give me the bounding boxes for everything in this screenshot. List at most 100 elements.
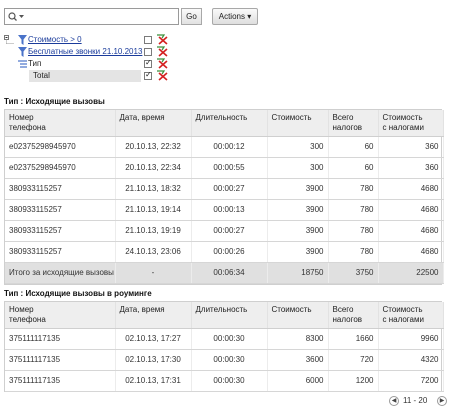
cell-tax: 720 [328, 349, 379, 371]
section-title: Тип : Исходящие вызовы в роуминге [4, 289, 152, 298]
column-header-label: Дата, время [119, 305, 165, 314]
cell-duration: 00:00:27 [191, 178, 268, 200]
column-header-label: Стоимость с налогами [382, 305, 424, 324]
filter-list: Стоимость > 0 Бесплатные звонки 21.10.20… [4, 34, 184, 82]
column-header[interactable]: Всего налогов [328, 110, 379, 137]
actions-button[interactable]: Actions ▾ [212, 8, 258, 25]
filter-item: Total [4, 70, 184, 82]
table-row: 380933115257 21.10.13, 19:19 00:00:27 39… [5, 220, 444, 242]
summary-total: 22500 [378, 262, 444, 284]
filter-checkbox[interactable] [144, 48, 152, 56]
cell-duration: 00:00:27 [191, 220, 268, 242]
cell-datetime: 21.10.13, 19:14 [115, 199, 192, 221]
table-row: 375111117135 02.10.13, 17:27 00:00:30 83… [5, 328, 444, 350]
cell-datetime: 02.10.13, 17:30 [115, 349, 192, 371]
search-icon[interactable] [8, 12, 26, 22]
table-row: e02375298945970 20.10.13, 22:32 00:00:12… [5, 136, 444, 158]
table-row: 380933115257 21.10.13, 18:32 00:00:27 39… [5, 178, 444, 200]
delete-filter-icon[interactable] [156, 34, 168, 45]
filter-item: Стоимость > 0 [4, 34, 184, 46]
filter-checkbox[interactable] [144, 58, 152, 68]
cell-datetime: 24.10.13, 23:06 [115, 241, 192, 263]
delete-filter-icon[interactable] [156, 46, 168, 57]
cell-tax: 60 [328, 136, 379, 158]
cell-datetime: 20.10.13, 22:34 [115, 157, 192, 179]
filter-item: Тип [4, 58, 184, 70]
delete-filter-icon[interactable] [156, 70, 168, 81]
column-header[interactable]: Номер телефона [5, 302, 116, 329]
cell-total: 9960 [378, 328, 444, 350]
cell-phone: 380933115257 [5, 178, 116, 200]
pagination: ◀ 11 - 20 ▶ [389, 395, 449, 407]
filter-funnel-icon [18, 47, 27, 57]
filter-link[interactable]: Стоимость > 0 [28, 34, 82, 46]
cell-datetime: 02.10.13, 17:31 [115, 370, 192, 392]
cell-cost: 3900 [267, 241, 329, 263]
filter-funnel-icon [18, 35, 27, 45]
cell-total: 4680 [378, 241, 444, 263]
table-row: 380933115257 21.10.13, 19:14 00:00:13 39… [5, 199, 444, 221]
cell-duration: 00:00:30 [191, 349, 268, 371]
column-header[interactable]: Стоимость [267, 110, 329, 137]
next-page-icon[interactable]: ▶ [437, 396, 447, 406]
column-header-label: Стоимость [271, 305, 312, 314]
filter-checkbox[interactable] [144, 70, 152, 80]
cell-cost: 300 [267, 157, 329, 179]
column-header[interactable]: Дата, время [115, 302, 192, 329]
search-input[interactable] [4, 8, 179, 25]
previous-page-icon[interactable]: ◀ [389, 396, 399, 406]
cell-phone: 380933115257 [5, 220, 116, 242]
delete-filter-icon[interactable] [156, 58, 168, 69]
cell-phone: e02375298945970 [5, 157, 116, 179]
toolbar: Go Actions ▾ [4, 8, 454, 26]
group-by-icon [18, 60, 27, 68]
filter-link[interactable]: Бесплатные звонки 21.10.2013 [28, 46, 142, 58]
cell-tax: 780 [328, 241, 379, 263]
cell-duration: 00:00:55 [191, 157, 268, 179]
cell-phone: 375111117135 [5, 349, 116, 371]
column-header[interactable]: Стоимость с налогами [378, 110, 444, 137]
summary-duration: 00:06:34 [191, 262, 268, 284]
cell-phone: 380933115257 [5, 241, 116, 263]
group-by-label: Тип [28, 59, 42, 68]
column-header[interactable]: Номер телефона [5, 110, 116, 137]
cell-cost: 3900 [267, 199, 329, 221]
cell-duration: 00:00:13 [191, 199, 268, 221]
go-button[interactable]: Go [181, 8, 202, 25]
cell-total: 4680 [378, 199, 444, 221]
table-row: e02375298945970 20.10.13, 22:34 00:00:55… [5, 157, 444, 179]
cell-total: 360 [378, 157, 444, 179]
column-header-label: Длительность [195, 305, 248, 314]
column-header-label: Дата, время [119, 113, 165, 122]
cell-duration: 00:00:26 [191, 241, 268, 263]
column-header-label: Стоимость с налогами [382, 113, 424, 132]
column-header[interactable]: Дата, время [115, 110, 192, 137]
cell-total: 4320 [378, 349, 444, 371]
filter-checkbox[interactable] [144, 36, 152, 44]
column-header[interactable]: Длительность [191, 110, 268, 137]
cell-tax: 60 [328, 157, 379, 179]
summary-cost: 18750 [267, 262, 329, 284]
summary-row: Итого за исходящие вызовы - 00:06:34 187… [5, 262, 444, 284]
column-header[interactable]: Стоимость [267, 302, 329, 329]
cell-datetime: 20.10.13, 22:32 [115, 136, 192, 158]
column-header[interactable]: Длительность [191, 302, 268, 329]
cell-total: 360 [378, 136, 444, 158]
column-header[interactable]: Всего налогов [328, 302, 379, 329]
cell-duration: 00:00:30 [191, 370, 268, 392]
cell-cost: 3900 [267, 178, 329, 200]
cell-tax: 780 [328, 199, 379, 221]
table-row: 375111117135 02.10.13, 17:30 00:00:30 36… [5, 349, 444, 371]
column-header-label: Стоимость [271, 113, 312, 122]
column-header-label: Номер телефона [9, 113, 46, 132]
column-header[interactable]: Стоимость с налогами [378, 302, 444, 329]
column-header-label: Всего налогов [332, 305, 363, 324]
cell-phone: 380933115257 [5, 199, 116, 221]
cell-duration: 00:00:30 [191, 328, 268, 350]
cell-cost: 300 [267, 136, 329, 158]
section-title: Тип : Исходящие вызовы [4, 97, 105, 106]
cell-cost: 3900 [267, 220, 329, 242]
collapse-tree-icon[interactable] [4, 35, 16, 45]
table-row: 375111117135 02.10.13, 17:31 00:00:30 60… [5, 370, 444, 392]
column-header-label: Всего налогов [332, 113, 363, 132]
